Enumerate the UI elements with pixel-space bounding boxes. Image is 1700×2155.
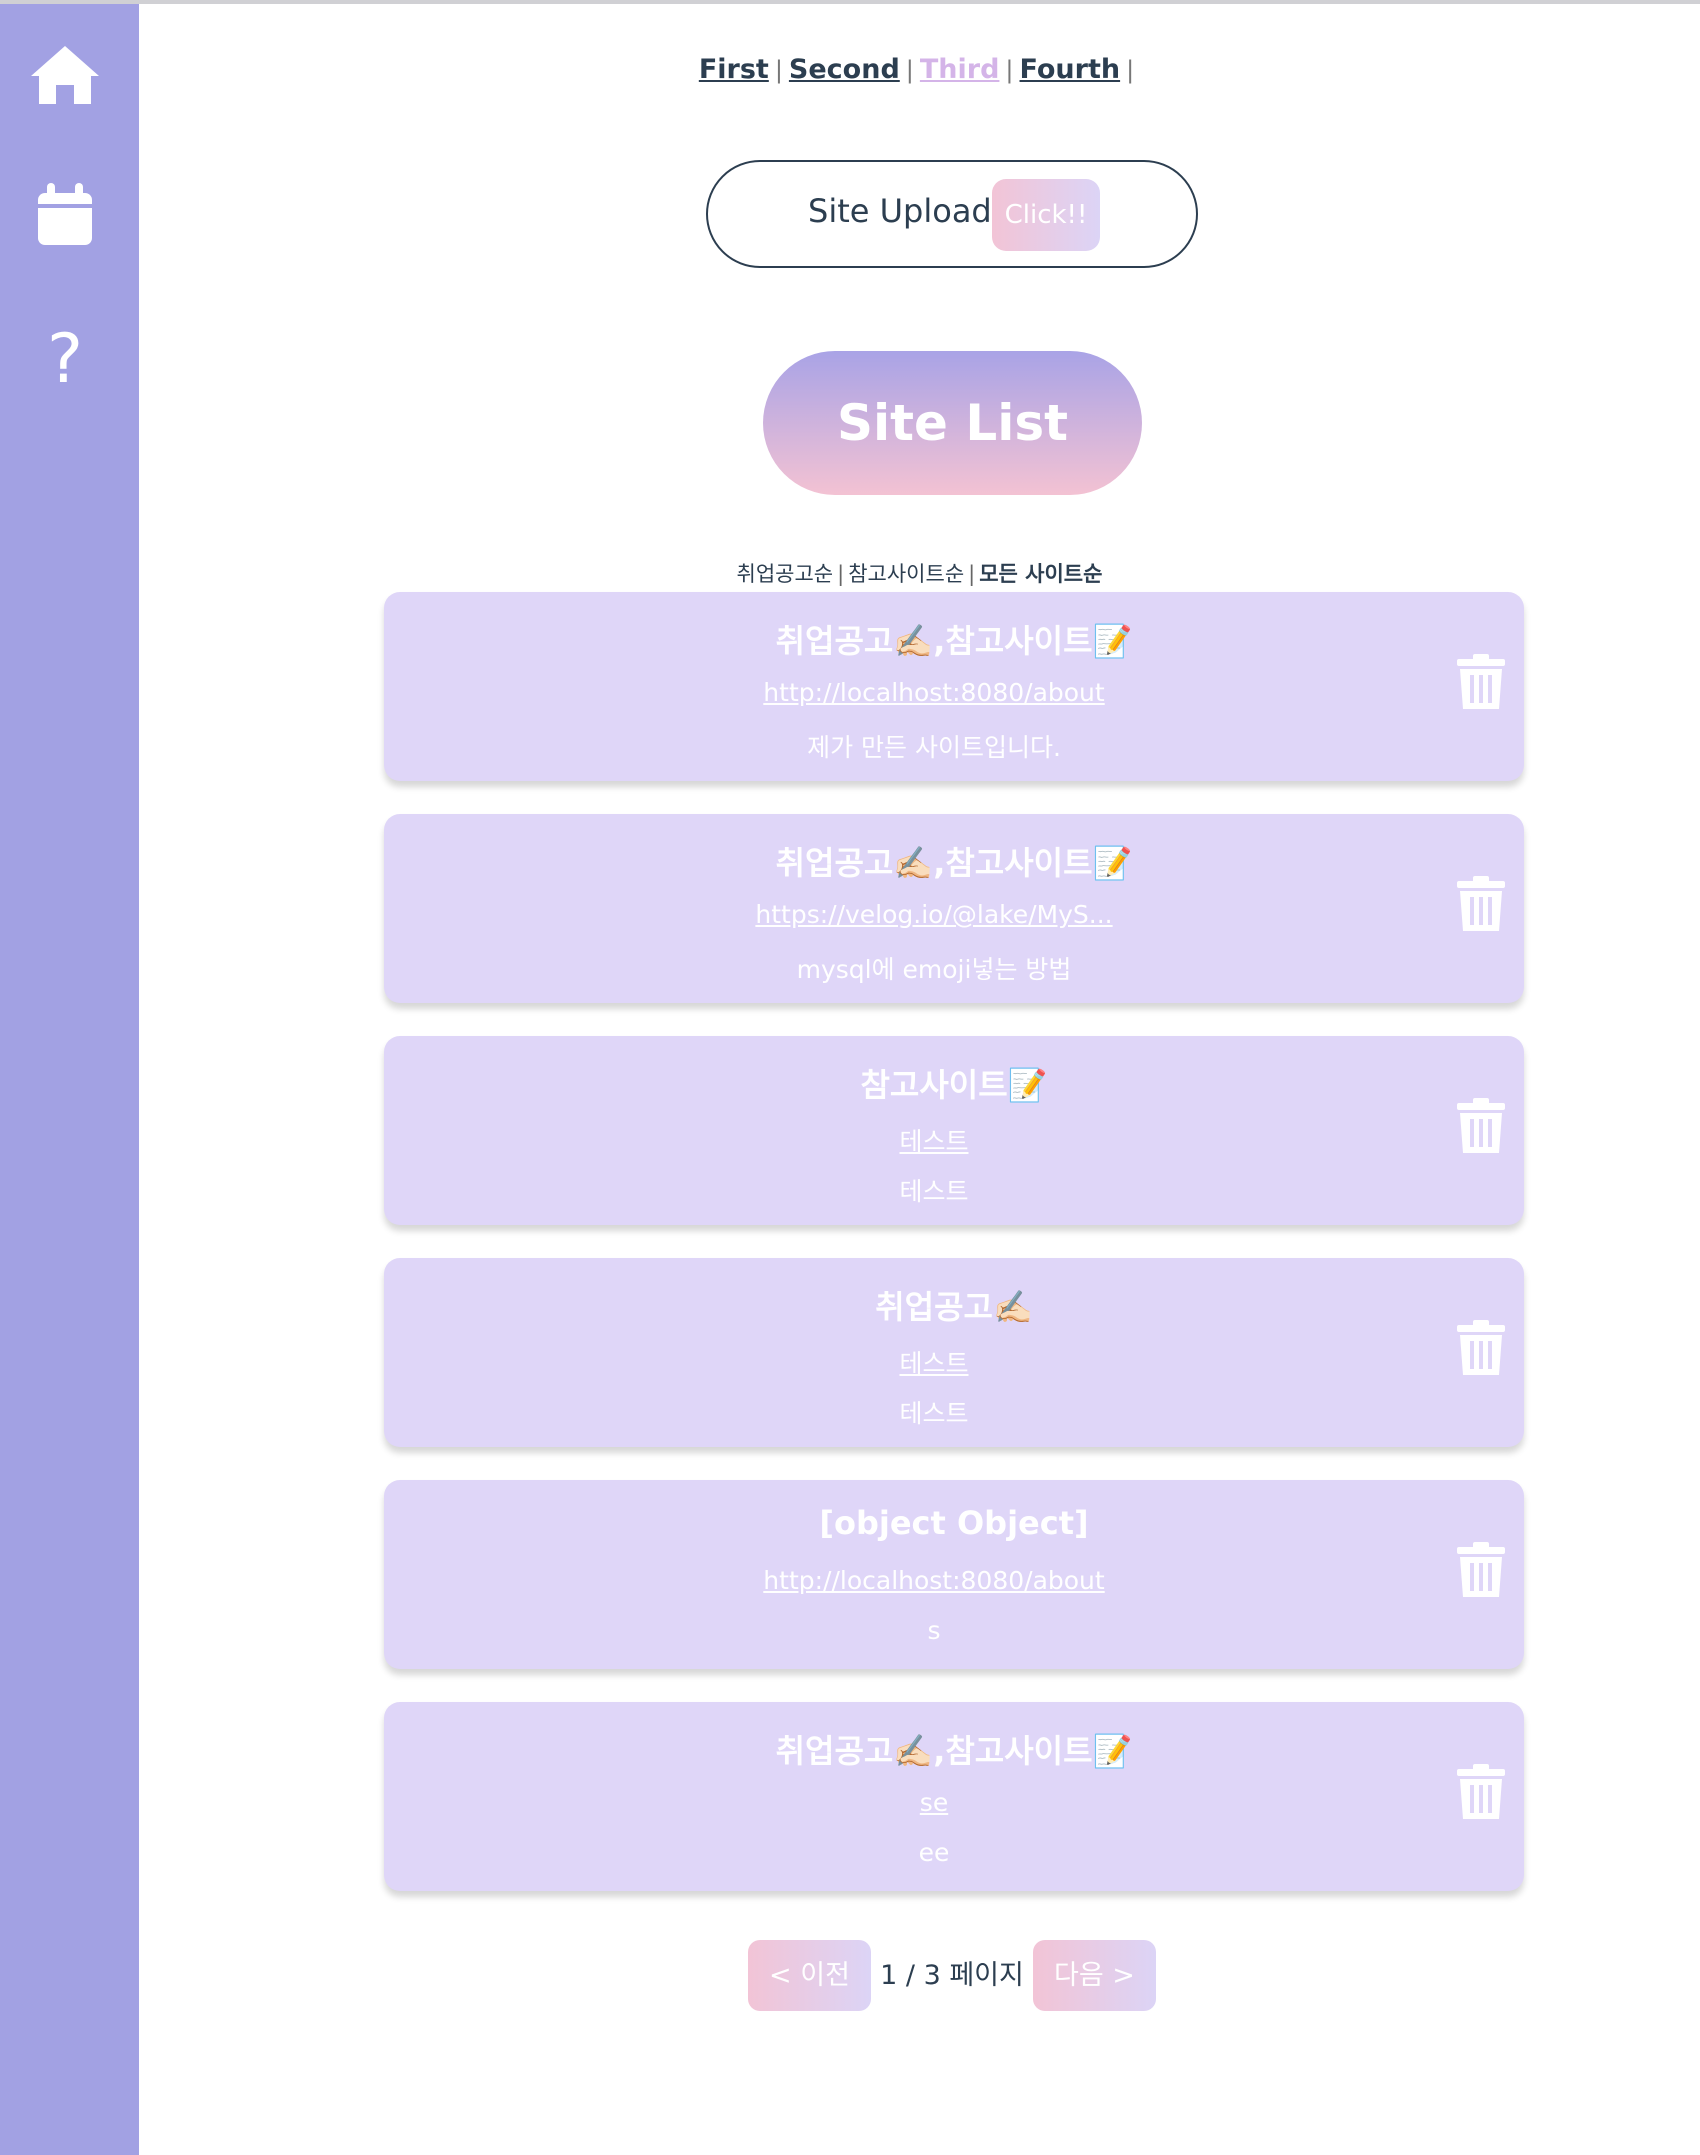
site-card-title: [object Object] [819,1504,1089,1542]
site-card: 취업공고✍🏻 테스트 테스트 [384,1258,1524,1447]
site-card: 취업공고✍🏻,참고사이트📝 http://localhost:8080/abou… [384,592,1524,781]
site-card: [object Object] http://localhost:8080/ab… [384,1480,1524,1669]
trash-icon[interactable] [1456,1542,1506,1598]
nav-separator: | [1126,56,1135,84]
site-upload-label: Site Upload [808,192,992,230]
nav-separator: | [774,56,783,84]
nav-link-first[interactable]: First [699,54,769,85]
site-card-url[interactable]: 테스트 [384,1122,1484,1158]
next-page-button[interactable]: 다음 > [1033,1940,1156,2011]
page-indicator: 1 / 3 페이지 [880,1960,1024,1991]
sort-options: 취업공고순 | 참고사이트순 | 모든 사이트순 [0,558,1700,588]
nav-link-second[interactable]: Second [789,54,900,85]
site-card-title: 취업공고✍🏻,참고사이트📝 [775,1732,1133,1770]
nav-separator: | [905,56,914,84]
site-card-description: s [927,1616,941,1645]
sort-option-jobs[interactable]: 취업공고순 [737,562,834,586]
nav-separator: | [1005,56,1014,84]
trash-icon[interactable] [1456,1098,1506,1154]
trash-icon[interactable] [1456,1764,1506,1820]
sort-option-reference[interactable]: 참고사이트순 [848,562,964,586]
pagination: < 이전 1 / 3 페이지 다음 > [0,1940,1700,2011]
site-list-title: Site List [763,351,1142,495]
site-upload-box: Site Upload Click!! [706,160,1198,268]
sort-separator: | [968,562,976,586]
top-border [0,0,1700,4]
site-card: 취업공고✍🏻,참고사이트📝 https://velog.io/@lake/MyS… [384,814,1524,1003]
site-card-title: 취업공고✍🏻,참고사이트📝 [775,622,1133,660]
help-icon[interactable]: ? [29,320,101,392]
site-card-description: mysql에 emoji넣는 방법 [796,955,1072,984]
site-card-description: 테스트 [899,1399,969,1428]
nav-link-third[interactable]: Third [920,54,1000,85]
nav-link-fourth[interactable]: Fourth [1020,54,1121,85]
site-card: 참고사이트📝 테스트 테스트 [384,1036,1524,1225]
top-nav: First | Second | Third | Fourth | [0,54,1700,85]
site-card-url[interactable]: https://velog.io/@lake/MyS... [384,900,1484,929]
site-card-description: 제가 만든 사이트입니다. [807,733,1061,762]
site-card-description: 테스트 [899,1177,969,1206]
calendar-icon[interactable] [29,180,101,252]
site-card-title: 취업공고✍🏻,참고사이트📝 [775,844,1133,882]
site-card: 취업공고✍🏻,참고사이트📝 se ee [384,1702,1524,1891]
trash-icon[interactable] [1456,1320,1506,1376]
sidebar: ? [0,4,139,2155]
site-card-url[interactable]: http://localhost:8080/about [384,678,1484,707]
trash-icon[interactable] [1456,654,1506,710]
site-card-url[interactable]: 테스트 [384,1344,1484,1380]
sort-option-all[interactable]: 모든 사이트순 [979,562,1102,586]
site-upload-button[interactable]: Click!! [992,179,1100,251]
site-card-title: 참고사이트📝 [860,1066,1048,1104]
site-card-url[interactable]: http://localhost:8080/about [384,1566,1484,1595]
site-card-description: ee [918,1838,950,1867]
prev-page-button[interactable]: < 이전 [748,1940,871,2011]
site-card-title: 취업공고✍🏻 [875,1288,1033,1326]
trash-icon[interactable] [1456,876,1506,932]
site-card-url[interactable]: se [384,1788,1484,1817]
sort-separator: | [837,562,845,586]
svg-text:?: ? [47,320,83,392]
